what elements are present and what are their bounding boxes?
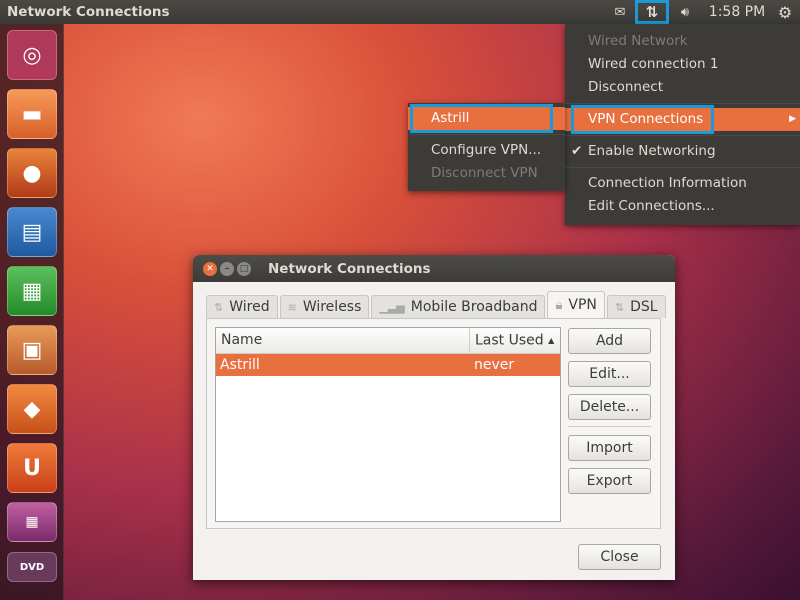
tab-wireless[interactable]: ≋ Wireless: [279, 295, 370, 318]
dialog-titlebar: ✕ – □ Network Connections: [193, 255, 675, 282]
sort-ascending-icon: ▲: [548, 336, 555, 345]
separator: [565, 135, 800, 136]
menu-item-connection-information[interactable]: Connection Information: [565, 172, 800, 195]
highlight-box: [410, 104, 553, 133]
column-header-name[interactable]: Name: [216, 328, 470, 353]
add-button[interactable]: Add: [568, 328, 651, 354]
tab-dsl[interactable]: ⇅ DSL: [606, 295, 666, 318]
menu-item-disconnect-vpn: Disconnect VPN: [431, 165, 538, 181]
minimize-icon[interactable]: –: [220, 262, 234, 276]
tab-label: Wireless: [302, 299, 362, 315]
firefox-icon[interactable]: ●: [7, 148, 57, 198]
launcher: ◎ ▬ ● ▤ ▦ ▣ ◆ U ▦ DVD: [0, 24, 64, 600]
menu-item-wired-connection[interactable]: Wired connection 1: [565, 53, 800, 76]
list-header: Name Last Used ▲: [216, 328, 560, 354]
wireless-icon: ≋: [287, 300, 297, 314]
menu-item-edit-connections[interactable]: Edit Connections...: [565, 195, 800, 218]
network-menu: Wired Network Wired connection 1 Disconn…: [565, 24, 800, 225]
gear-icon[interactable]: ⚙: [772, 0, 798, 24]
submenu-arrow-icon: ▶: [789, 114, 796, 124]
vpn-panel: Name Last Used ▲ Astrill never Add Edit.…: [206, 318, 661, 529]
close-button[interactable]: Close: [578, 544, 661, 570]
menu-item-label: Enable Networking: [588, 143, 716, 159]
wired-icon: ⇅: [214, 300, 224, 314]
clock[interactable]: 1:58 PM: [704, 0, 770, 24]
network-connections-dialog: ✕ – □ Network Connections ⇅ Wired ≋ Wirele…: [193, 255, 675, 580]
edit-button[interactable]: Edit...: [568, 361, 651, 387]
separator: [565, 167, 800, 168]
window-title: Network Connections: [7, 4, 170, 20]
checkmark-icon: ✔: [571, 143, 583, 159]
delete-button[interactable]: Delete...: [568, 394, 651, 420]
calc-icon[interactable]: ▦: [7, 266, 57, 316]
separator: [565, 103, 800, 104]
menu-item-vpn-connections[interactable]: VPN Connections ▶: [565, 105, 800, 134]
volume-icon[interactable]: 🔊︎: [670, 0, 700, 24]
signal-icon: ▁▃▅: [379, 300, 405, 314]
import-button[interactable]: Import: [568, 435, 651, 461]
highlight-box: [571, 105, 714, 134]
column-label: Last Used: [475, 332, 544, 349]
tab-bar: ⇅ Wired ≋ Wireless ▁▃▅ Mobile Broadband 🔒︎ V…: [206, 291, 668, 318]
menu-item-disconnect[interactable]: Disconnect: [565, 76, 800, 99]
tab-label: Wired: [229, 299, 270, 315]
network-icon[interactable]: ⇅: [635, 0, 669, 24]
tab-wired[interactable]: ⇅ Wired: [206, 295, 278, 318]
cell-last-used: never: [474, 357, 515, 373]
column-header-last-used[interactable]: Last Used ▲: [470, 328, 560, 353]
dsl-icon: ⇅: [614, 300, 625, 314]
menu-item-wired-network: Wired Network: [588, 33, 688, 49]
files-icon[interactable]: ▬: [7, 89, 57, 139]
cell-name: Astrill: [220, 357, 260, 373]
tab-label: Mobile Broadband: [410, 299, 538, 315]
export-button[interactable]: Export: [568, 468, 651, 494]
impress-icon[interactable]: ▣: [7, 325, 57, 375]
dvd-icon[interactable]: DVD: [7, 552, 57, 582]
tab-vpn[interactable]: 🔒︎ VPN: [547, 291, 605, 318]
menu-item-astrill[interactable]: Astrill: [408, 104, 565, 133]
maximize-icon[interactable]: □: [237, 262, 251, 276]
tab-label: DSL: [630, 299, 658, 315]
menu-item-enable-networking[interactable]: ✔ Enable Networking: [565, 140, 800, 163]
connection-list[interactable]: Name Last Used ▲ Astrill never: [215, 327, 561, 522]
separator: [568, 426, 651, 427]
table-row[interactable]: Astrill never: [216, 354, 560, 376]
dialog-title: Network Connections: [268, 260, 431, 277]
ubuntu-home-icon[interactable]: ◎: [7, 30, 57, 80]
separator: [408, 134, 565, 135]
tab-mobile-broadband[interactable]: ▁▃▅ Mobile Broadband: [371, 295, 546, 318]
ubuntu-one-icon[interactable]: U: [7, 443, 57, 493]
lock-icon: 🔒︎: [555, 297, 563, 313]
vpn-submenu: Astrill Configure VPN... Disconnect VPN: [408, 103, 565, 191]
close-window-icon[interactable]: ✕: [203, 262, 217, 276]
workspace-switcher-icon[interactable]: ▦: [7, 502, 57, 542]
top-panel: Network Connections ✉ ⇅ 🔊︎ 1:58 PM ⚙: [0, 0, 800, 24]
mail-icon[interactable]: ✉: [606, 0, 634, 24]
tab-label: VPN: [568, 297, 597, 313]
menu-item-configure-vpn[interactable]: Configure VPN...: [408, 139, 565, 162]
software-center-icon[interactable]: ◆: [7, 384, 57, 434]
writer-icon[interactable]: ▤: [7, 207, 57, 257]
